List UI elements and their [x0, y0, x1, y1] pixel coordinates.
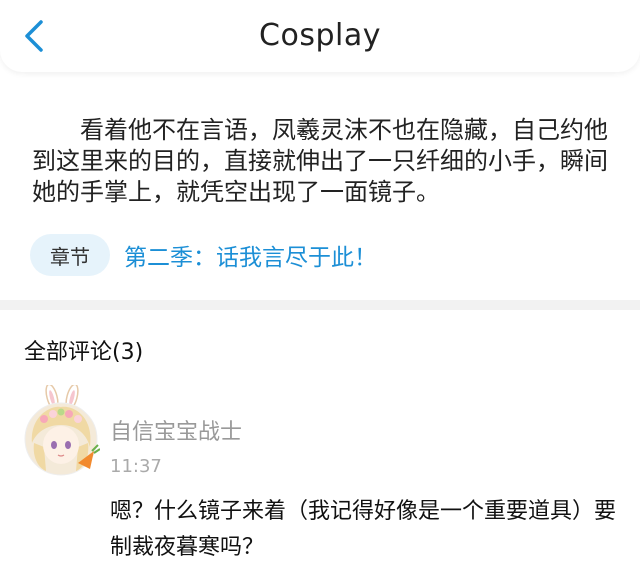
comment-username[interactable]: 自信宝宝战士	[110, 414, 242, 446]
page-title: Cosplay	[259, 18, 381, 53]
user-avatar[interactable]	[22, 385, 100, 477]
comments-header: 全部评论(3)	[24, 340, 144, 365]
chapter-tag: 章节	[30, 234, 110, 276]
section-divider	[0, 300, 640, 310]
chapter-title-link[interactable]: 第二季：话我言尽于此！	[124, 238, 377, 272]
chapter-row: 章节 第二季：话我言尽于此！	[30, 234, 377, 276]
comment-text: 嗯？什么镜子来着（我记得好像是一个重要道具）要制裁夜暮寒吗？	[110, 499, 617, 560]
chapter-excerpt: 看着他不在言语，凤羲灵沫不也在隐藏，自己约他到这里来的目的，直接就伸出了一只纤细…	[32, 116, 608, 206]
comment-timestamp: 11:37	[110, 456, 162, 477]
top-bar: Cosplay	[0, 0, 640, 72]
